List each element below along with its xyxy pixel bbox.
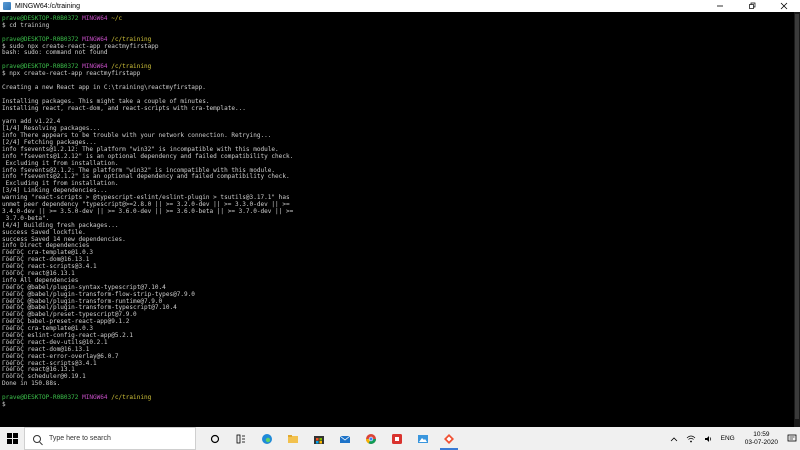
- minimize-button[interactable]: [704, 0, 736, 12]
- terminal-line: Done in 150.88s.: [2, 380, 794, 388]
- terminal-line: ΓöéΓöÇ react-scripts@3.4.1: [2, 360, 794, 368]
- minimize-icon: [717, 5, 723, 7]
- edge-button[interactable]: [254, 427, 280, 450]
- search-icon: [33, 434, 41, 443]
- git-bash-taskbar-icon: [444, 433, 454, 444]
- terminal-line: 3.7.0-beta".: [2, 215, 794, 223]
- terminal-line: $: [2, 400, 794, 409]
- terminal-line: ΓööΓöÇ scheduler@0.19.1: [2, 373, 794, 381]
- search-placeholder: Type here to search: [49, 435, 111, 442]
- taskbar-apps: [202, 427, 462, 450]
- terminal-line: ΓöéΓöÇ react-dom@16.13.1: [2, 346, 794, 354]
- terminal-line: bash: sudo: command not found: [2, 50, 794, 57]
- output-text: bash: sudo: command not found: [2, 49, 108, 57]
- file-explorer-icon: [288, 434, 298, 443]
- chrome-icon: [366, 433, 376, 444]
- maximize-icon: [749, 2, 756, 9]
- widgets-button[interactable]: [228, 427, 254, 450]
- widgets-icon: [236, 434, 245, 443]
- terminal-line: yarn add v1.22.4: [2, 118, 794, 126]
- store-icon: [314, 435, 324, 444]
- terminal-line: ΓöéΓöÇ react-dom@16.13.1: [2, 256, 794, 264]
- git-bash-icon: [3, 2, 11, 10]
- terminal-line: info "fsevents@2.1.2" is an optional dep…: [2, 174, 794, 181]
- task-view-button[interactable]: [202, 427, 228, 450]
- network-icon[interactable]: [686, 435, 696, 443]
- maximize-button[interactable]: [736, 0, 768, 12]
- language-indicator[interactable]: ENG: [721, 435, 735, 442]
- terminal-line: ΓöéΓöÇ react-scripts@3.4.1: [2, 263, 794, 271]
- file-explorer-button[interactable]: [280, 427, 306, 450]
- terminal-line: ΓöéΓöÇ react-dev-utils@10.2.1: [2, 339, 794, 347]
- terminal-line: prave@DESKTOP-R0B0372 MINGW64 /c/trainin…: [2, 393, 794, 402]
- windows-logo-icon: [6, 433, 18, 444]
- prompt-user: prave@DESKTOP-R0B0372: [2, 393, 83, 401]
- app-red-icon: [392, 433, 402, 444]
- terminal-line: ΓöéΓöÇ react-error-overlay@6.0.7: [2, 353, 794, 361]
- terminal-line: ΓöéΓöÇ babel-preset-react-app@9.1.2: [2, 318, 794, 326]
- git-bash-button[interactable]: [436, 427, 462, 450]
- clock[interactable]: 10:59 03-07-2020: [745, 431, 778, 447]
- terminal-line: ΓöéΓöÇ react@16.13.1: [2, 366, 794, 374]
- photos-icon: [418, 434, 428, 443]
- terminal-output[interactable]: prave@DESKTOP-R0B0372 MINGW64 ~/c $ cd tr…: [0, 12, 794, 427]
- output-text: Installing react, react-dom, and react-s…: [2, 104, 246, 112]
- start-button[interactable]: [0, 427, 24, 450]
- terminal-line: info Direct dependencies: [2, 242, 794, 250]
- scrollbar-thumb[interactable]: [795, 14, 799, 419]
- notification-icon: [787, 434, 797, 442]
- clock-date: 03-07-2020: [744, 438, 778, 446]
- system-tray: ENG 10:59 03-07-2020: [666, 427, 800, 450]
- output-text: $: [2, 400, 10, 408]
- terminal-line: 3.4.0-dev || >= 3.5.0-dev || >= 3.6.0-de…: [2, 208, 794, 216]
- window-title: MINGW64:/c/training: [15, 2, 80, 10]
- mail-icon: [339, 435, 351, 443]
- terminal-line: $ cd training: [2, 21, 794, 30]
- output-text: Done in 150.88s.: [2, 380, 61, 388]
- app-red-button[interactable]: [384, 427, 410, 450]
- edge-icon: [262, 433, 272, 444]
- taskbar-search[interactable]: Type here to search: [24, 427, 196, 450]
- output-text: $ npx create-react-app reactmyfirstapp: [2, 70, 141, 78]
- title-bar: MINGW64:/c/training: [0, 0, 800, 12]
- taskbar: Type here to search ENG 10:59 03-07-2020: [0, 427, 800, 450]
- prompt-path: ~/c: [111, 15, 123, 22]
- terminal-line: success Saved 14 new dependencies.: [2, 236, 794, 244]
- output-text: Creating a new React app in C:\training\…: [2, 83, 206, 91]
- prompt-host: MINGW64: [82, 15, 112, 22]
- terminal-line: Excluding it from installation.: [2, 180, 794, 188]
- terminal-lines: prave@DESKTOP-R0B0372 MINGW64 ~/c $ cd tr…: [0, 12, 794, 409]
- store-button[interactable]: [306, 427, 332, 450]
- prompt-path: /c/training: [111, 393, 152, 401]
- terminal-line: [4/4] Building fresh packages...: [2, 222, 794, 230]
- terminal-line: info There appears to be trouble with yo…: [2, 132, 794, 140]
- terminal-line: $ npx create-react-app reactmyfirstapp: [2, 70, 794, 78]
- terminal-line: Creating a new React app in C:\training\…: [2, 83, 794, 92]
- terminal-line: ΓöéΓöÇ cra-template@1.0.3: [2, 249, 794, 257]
- mail-button[interactable]: [332, 427, 358, 450]
- task-view-icon: [210, 434, 220, 443]
- terminal-line: ΓööΓöÇ react@16.13.1: [2, 270, 794, 278]
- terminal-line: info "fsevents@1.2.12" is an optional de…: [2, 153, 794, 161]
- prompt-host: MINGW64: [82, 393, 112, 401]
- chrome-button[interactable]: [358, 427, 384, 450]
- photos-button[interactable]: [410, 427, 436, 450]
- terminal-line: $ sudo npx create-react-app reactmyfirst…: [2, 43, 794, 51]
- close-button[interactable]: [768, 0, 800, 12]
- output-text: $ cd training: [2, 21, 50, 29]
- clock-time: 10:59: [753, 430, 770, 438]
- terminal-line: ΓöéΓöÇ eslint-config-react-app@5.2.1: [2, 332, 794, 340]
- volume-icon[interactable]: [704, 435, 713, 443]
- close-icon: [780, 2, 788, 10]
- notifications-button[interactable]: [784, 434, 800, 443]
- terminal-line: Installing react, react-dom, and react-s…: [2, 104, 794, 113]
- terminal-line: prave@DESKTOP-R0B0372 MINGW64 ~/c: [2, 15, 794, 23]
- chevron-up-icon[interactable]: [670, 436, 678, 442]
